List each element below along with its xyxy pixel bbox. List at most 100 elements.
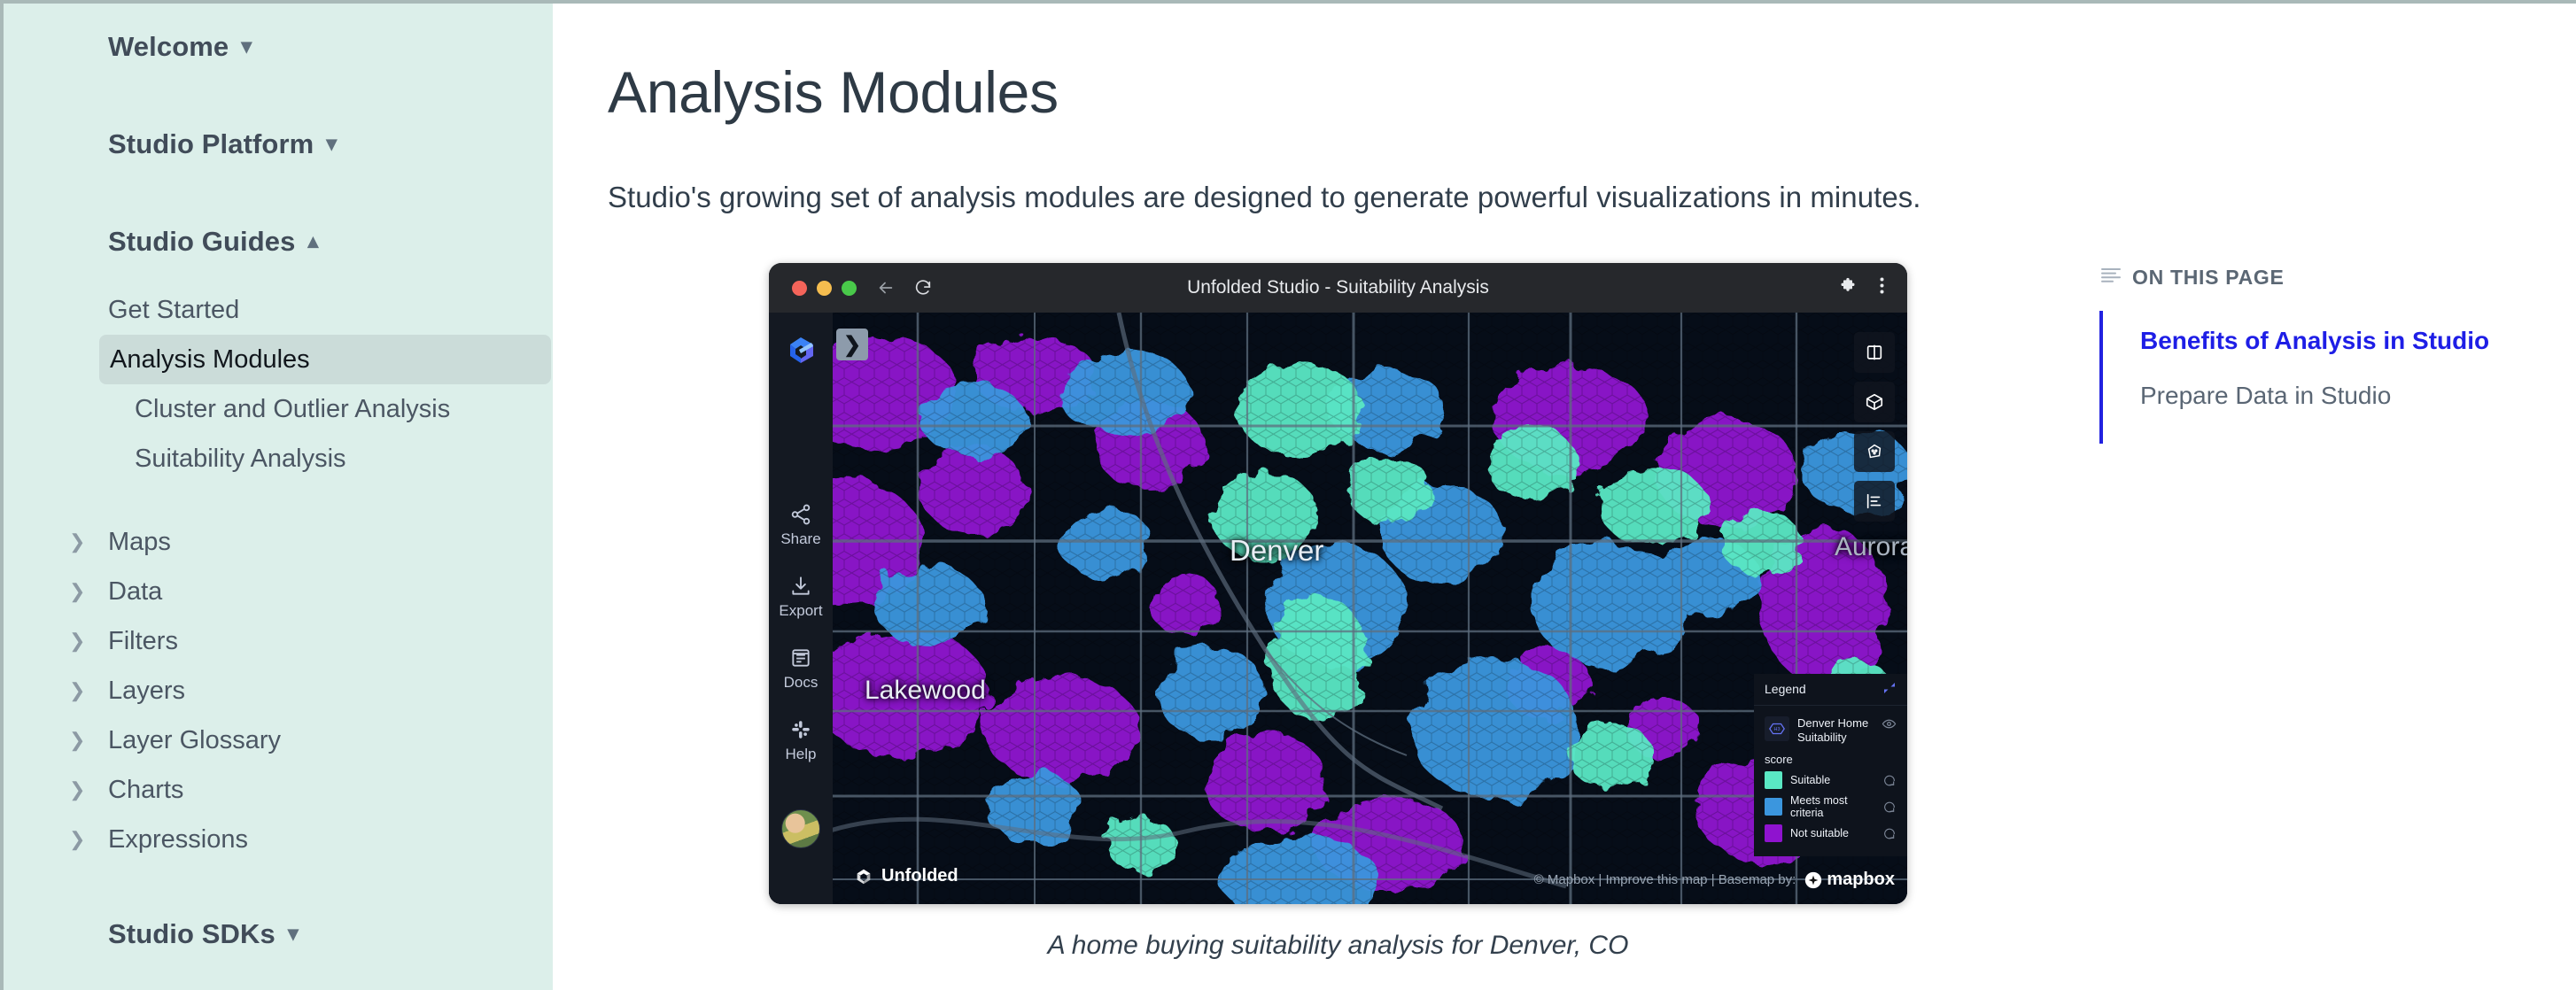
reload-icon[interactable]: [913, 278, 933, 298]
h3-hexagon-icon: H3: [1765, 715, 1789, 741]
sidebar-item-label: Maps: [108, 527, 171, 556]
intro-paragraph: Studio's growing set of analysis modules…: [608, 181, 1921, 213]
legend-entry: Meets most criteria: [1765, 794, 1897, 819]
chevron-up-icon: ▴: [307, 229, 319, 253]
sidebar-item-label: Analysis Modules: [110, 344, 310, 374]
toc-link-benefits-of-analysis-in-studio[interactable]: Benefits of Analysis in Studio: [2140, 327, 2576, 355]
legend-layer-row: H3 Denver Home Suitability: [1765, 715, 1897, 746]
docs-button[interactable]: Docs: [783, 646, 819, 692]
sidebar-item-expressions[interactable]: ❯ Expressions: [4, 815, 553, 864]
sidebar-item-label: Charts: [108, 775, 184, 804]
sidebar-group-studio-platform[interactable]: Studio Platform ▾: [4, 117, 553, 172]
sidebar-item-layer-glossary[interactable]: ❯ Layer Glossary: [4, 715, 553, 765]
legend-swatch-meets-most-criteria: [1765, 798, 1782, 816]
chevron-right-icon: ❯: [69, 580, 86, 602]
unfolded-watermark-label: Unfolded: [881, 866, 958, 886]
legend-entry: Not suitable: [1765, 824, 1897, 842]
sidebar-item-label: Data: [108, 576, 163, 606]
on-this-page-heading: ON THIS PAGE: [2101, 266, 2576, 290]
map-right-controls: [1854, 332, 1895, 522]
hexbin-choropleth-map: [769, 313, 1907, 904]
legend-title: Legend: [1765, 682, 1806, 697]
legend-swatch-suitable: [1765, 771, 1782, 789]
sidebar-item-label: Layers: [108, 676, 186, 705]
sidebar-item-layers[interactable]: ❯ Layers: [4, 666, 553, 715]
page-title: Analysis Modules: [608, 59, 1059, 125]
puzzle-piece-icon[interactable]: [1839, 277, 1857, 299]
legend-entry: Suitable: [1765, 771, 1897, 789]
sidebar-group-studio-guides[interactable]: Studio Guides ▴: [4, 214, 553, 269]
chevron-right-icon: ❯: [69, 630, 86, 652]
sidebar-item-cluster-and-outlier-analysis[interactable]: Cluster and Outlier Analysis: [4, 384, 553, 434]
svg-text:H3: H3: [1774, 727, 1781, 732]
export-button[interactable]: Export: [779, 575, 823, 620]
unfolded-logo-icon[interactable]: [783, 332, 819, 372]
share-button[interactable]: Share: [780, 503, 821, 548]
map-viewport[interactable]: Share Export Docs Help ❯ Denver Lakewood…: [769, 313, 1907, 904]
sidebar-item-data[interactable]: ❯ Data: [4, 567, 553, 616]
reset-icon[interactable]: [1882, 773, 1897, 787]
studio-left-toolbar: Share Export Docs Help: [769, 313, 833, 904]
legend-toggle-icon[interactable]: [1854, 481, 1895, 522]
minimize-window-dot[interactable]: [817, 280, 832, 296]
sidebar-item-analysis-modules[interactable]: Analysis Modules: [99, 335, 551, 384]
collapse-arrows-icon[interactable]: [1882, 681, 1897, 698]
unfolded-watermark: Unfolded: [854, 866, 958, 886]
legend-entry-label: Not suitable: [1790, 827, 1850, 839]
chevron-right-icon: ❯: [69, 679, 86, 701]
sidebar-item-filters[interactable]: ❯ Filters: [4, 616, 553, 666]
eye-icon[interactable]: [1882, 716, 1897, 731]
chevron-right-icon: ❯: [69, 778, 86, 801]
chevron-down-icon: ▾: [241, 35, 252, 58]
kebab-menu-icon[interactable]: [1880, 277, 1884, 298]
sidebar-item-label: Get Started: [108, 295, 240, 324]
sidebar-item-label: Layer Glossary: [108, 725, 282, 754]
sidebar-group-label: Studio Platform: [108, 128, 314, 159]
legend-swatch-not-suitable: [1765, 824, 1782, 842]
reset-icon[interactable]: [1882, 800, 1897, 814]
sidebar-group-welcome[interactable]: Welcome ▾: [4, 19, 553, 74]
sidebar-item-label: Expressions: [108, 824, 248, 854]
sidebar-item-charts[interactable]: ❯ Charts: [4, 765, 553, 815]
cube-3d-icon[interactable]: [1854, 382, 1895, 422]
sidebar-group-label: Studio Guides: [108, 226, 296, 257]
close-window-dot[interactable]: [792, 280, 807, 296]
sidebar-item-suitability-analysis[interactable]: Suitability Analysis: [4, 434, 553, 483]
help-button[interactable]: Help: [785, 718, 817, 763]
legend-entry-label: Meets most criteria: [1790, 794, 1848, 819]
polygon-draw-icon[interactable]: [1854, 431, 1895, 472]
maximize-window-dot[interactable]: [842, 280, 857, 296]
sidebar-item-label: Filters: [108, 626, 178, 655]
sidebar-item-get-started[interactable]: Get Started: [4, 285, 553, 335]
toc-link-prepare-data-in-studio[interactable]: Prepare Data in Studio: [2140, 382, 2576, 410]
sidebar-item-maps[interactable]: ❯ Maps: [4, 517, 553, 567]
mapbox-wordmark: mapbox: [1827, 870, 1895, 889]
panel-expand-button[interactable]: ❯: [836, 329, 868, 360]
browser-window-title: Unfolded Studio - Suitability Analysis: [1187, 277, 1489, 298]
window-traffic-lights[interactable]: [792, 280, 857, 296]
export-label: Export: [779, 602, 823, 619]
arrow-left-icon[interactable]: [876, 278, 896, 298]
docs-label: Docs: [783, 674, 819, 691]
browser-window-mock: Unfolded Studio - Suitability Analysis S…: [769, 263, 1907, 904]
on-this-page-label: ON THIS PAGE: [2132, 266, 2285, 289]
list-lines-icon: [2101, 266, 2121, 290]
on-this-page-links: Benefits of Analysis in Studio Prepare D…: [2099, 311, 2576, 444]
legend-body: H3 Denver Home Suitability score Suitabl…: [1754, 706, 1907, 856]
sidebar-group-label: Studio SDKs: [108, 918, 275, 949]
browser-title-bar: Unfolded Studio - Suitability Analysis: [769, 263, 1907, 313]
legend-entry-label: Suitable: [1790, 774, 1831, 786]
mapbox-logo-icon: mapbox: [1804, 870, 1895, 890]
help-label: Help: [785, 746, 817, 762]
attribution-text[interactable]: © Mapbox | Improve this map | Basemap by…: [1534, 872, 1796, 887]
split-view-icon[interactable]: [1854, 332, 1895, 373]
sidebar-item-label: Suitability Analysis: [135, 444, 346, 473]
map-attribution: © Mapbox | Improve this map | Basemap by…: [1534, 870, 1895, 890]
article-body: Analysis Modules Studio's growing set of…: [553, 4, 2059, 990]
sidebar-group-studio-sdks[interactable]: Studio SDKs ▾: [4, 907, 553, 962]
figure-suitability-screenshot: Unfolded Studio - Suitability Analysis S…: [769, 263, 2059, 961]
chevron-down-icon: ▾: [287, 922, 299, 946]
reset-icon[interactable]: [1882, 826, 1897, 840]
user-avatar[interactable]: [781, 809, 820, 848]
main-content: Analysis Modules Studio's growing set of…: [553, 4, 2576, 990]
